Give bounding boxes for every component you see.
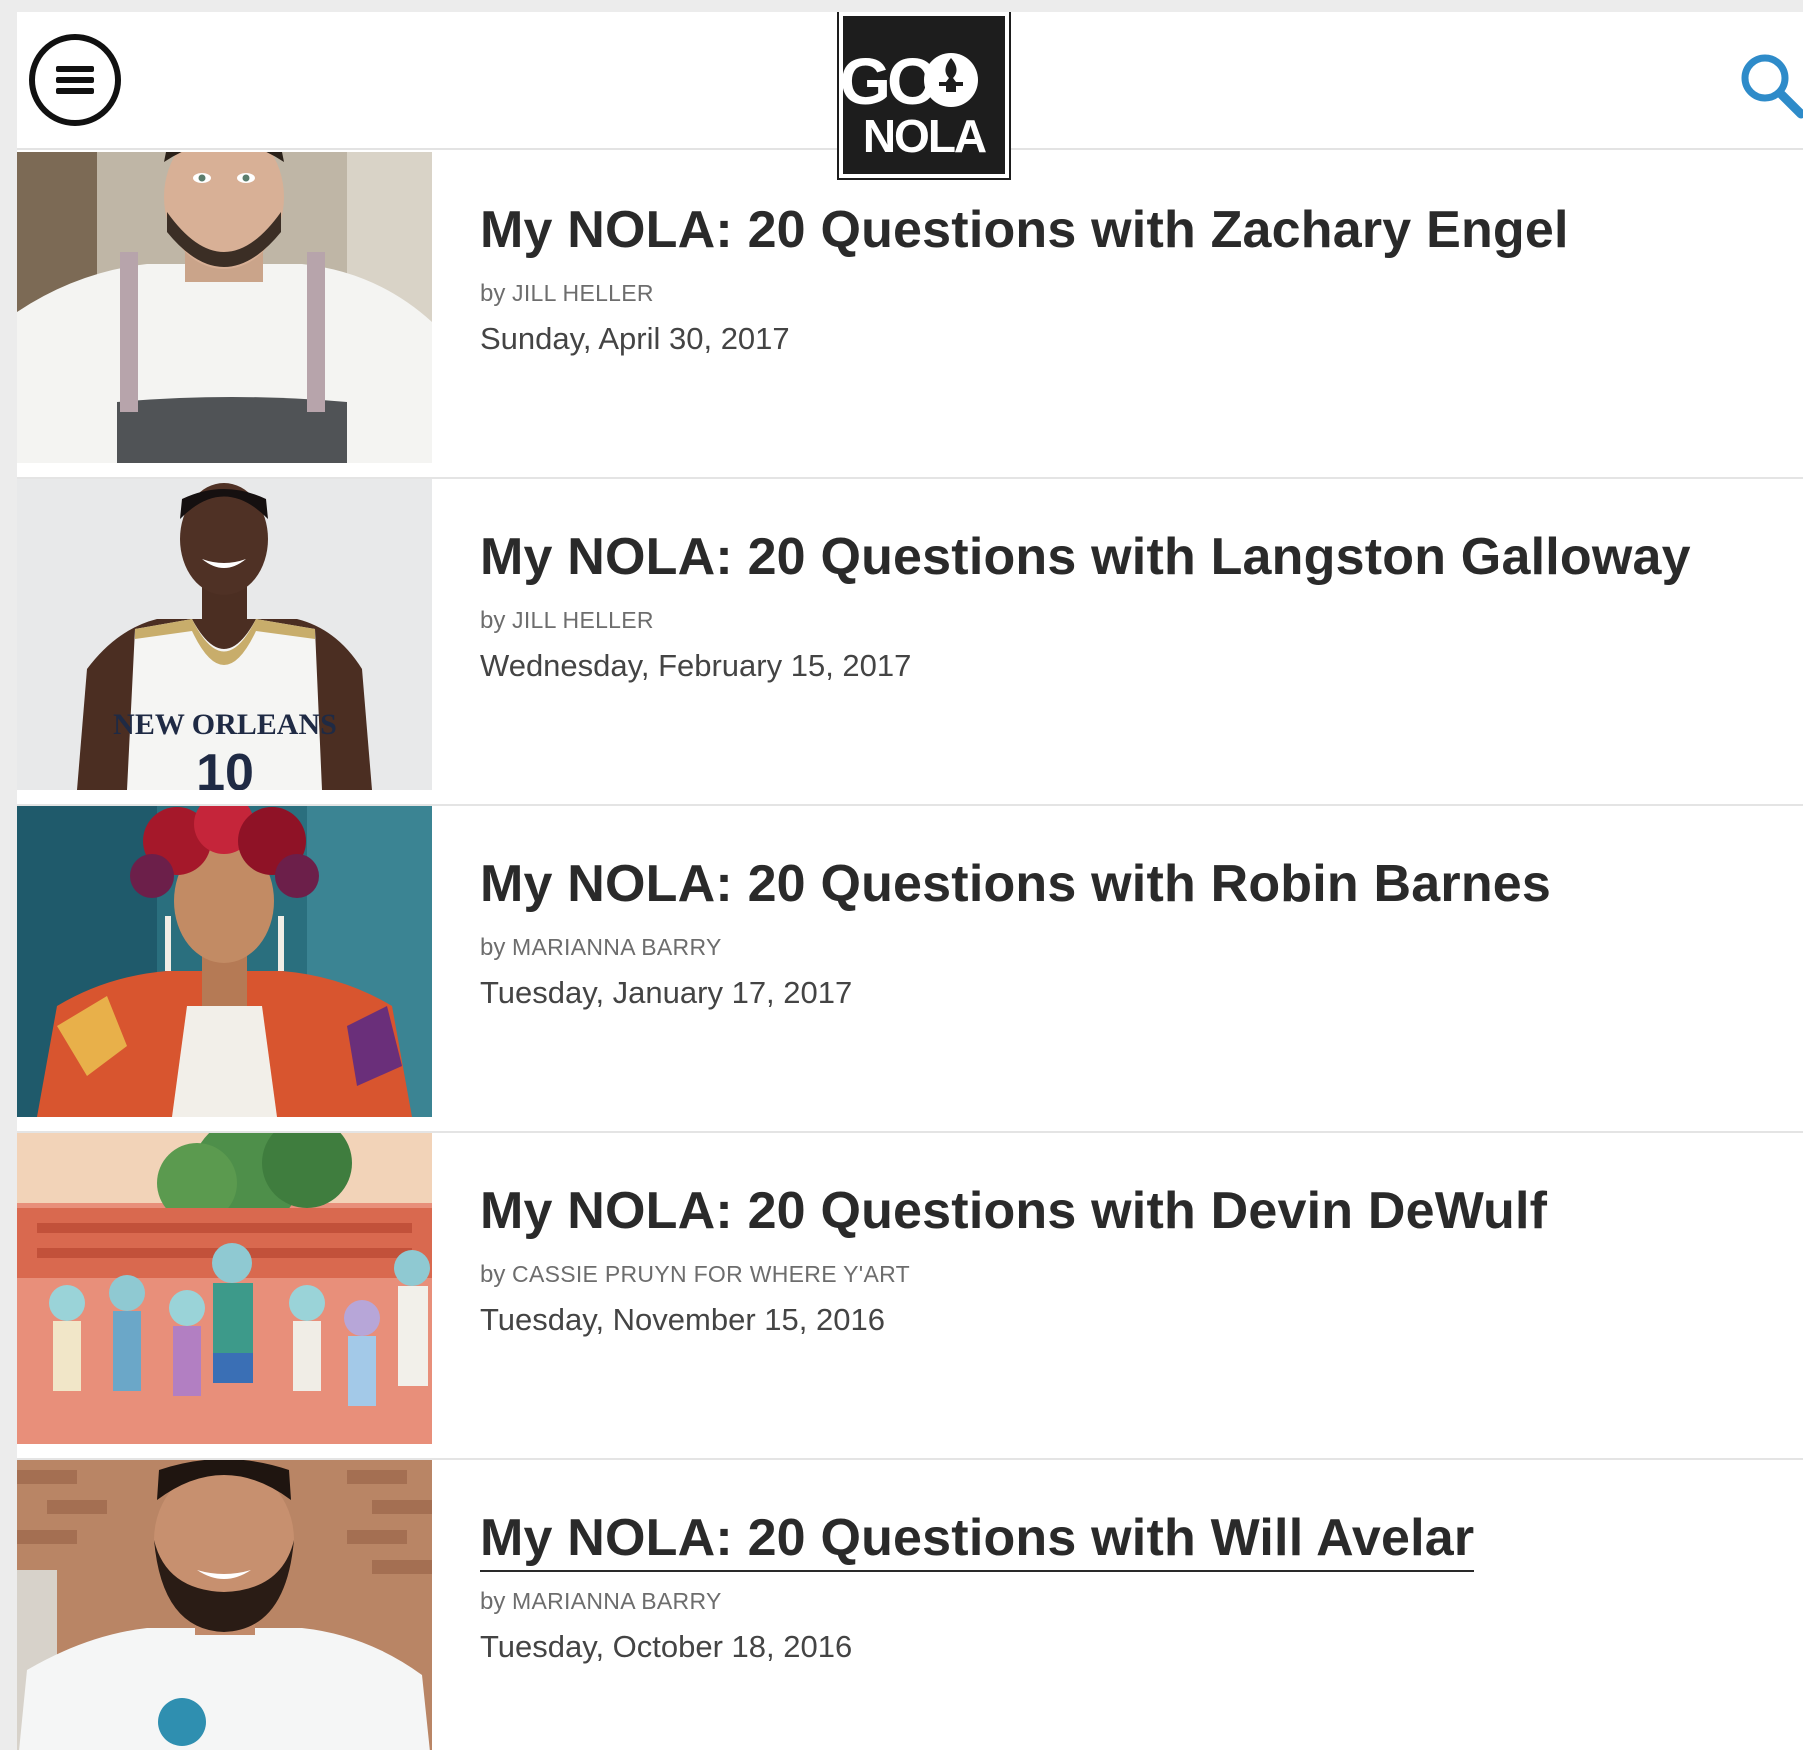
article-list: My NOLA: 20 Questions with Zachary Engel…: [17, 152, 1803, 1750]
site-header: GO NOLA: [17, 12, 1803, 180]
svg-text:NEW ORLEANS: NEW ORLEANS: [113, 708, 337, 741]
hamburger-menu-icon[interactable]: [29, 34, 121, 126]
logo-text-nola: NOLA: [863, 110, 986, 162]
article-byline: by Jill Heller: [480, 607, 654, 635]
article-byline: by Marianna Barry: [480, 1588, 722, 1616]
page: GO NOLA My NOLA: 20 Questions with Zacha…: [17, 12, 1803, 1750]
article-thumbnail[interactable]: [17, 152, 432, 463]
article-author[interactable]: Marianna Barry: [512, 934, 722, 960]
svg-text:10: 10: [196, 744, 254, 790]
byline-prefix: by: [480, 1588, 506, 1615]
article-author[interactable]: Marianna Barry: [512, 1588, 722, 1614]
article-title[interactable]: My NOLA: 20 Questions with Devin DeWulf: [480, 1181, 1547, 1241]
article-title[interactable]: My NOLA: 20 Questions with Langston Gall…: [480, 527, 1691, 587]
article-item[interactable]: My NOLA: 20 Questions with Will Avelar b…: [17, 1460, 1803, 1750]
article-author[interactable]: Cassie Pruyn for Where Y'Art: [512, 1261, 910, 1287]
byline-prefix: by: [480, 607, 506, 634]
article-title[interactable]: My NOLA: 20 Questions with Zachary Engel: [480, 200, 1569, 260]
byline-prefix: by: [480, 934, 506, 961]
article-title[interactable]: My NOLA: 20 Questions with Will Avelar: [480, 1508, 1475, 1572]
article-item[interactable]: NEW ORLEANS 10 My NOLA: 20 Questions wit…: [17, 479, 1803, 806]
article-title[interactable]: My NOLA: 20 Questions with Robin Barnes: [480, 854, 1551, 914]
article-thumbnail[interactable]: [17, 1133, 432, 1444]
go-nola-logo[interactable]: GO NOLA: [837, 12, 1011, 180]
article-byline: by Marianna Barry: [480, 934, 722, 962]
article-date: Tuesday, October 18, 2016: [480, 1629, 853, 1664]
article-item[interactable]: My NOLA: 20 Questions with Zachary Engel…: [17, 152, 1803, 479]
article-thumbnail[interactable]: [17, 806, 432, 1117]
article-date: Tuesday, November 15, 2016: [480, 1302, 885, 1337]
article-byline: by Jill Heller: [480, 280, 654, 308]
article-date: Tuesday, January 17, 2017: [480, 975, 853, 1010]
logo-text-go: GO: [843, 44, 936, 118]
article-item[interactable]: My NOLA: 20 Questions with Robin Barnes …: [17, 806, 1803, 1133]
article-item[interactable]: My NOLA: 20 Questions with Devin DeWulf …: [17, 1133, 1803, 1460]
article-date: Sunday, April 30, 2017: [480, 321, 790, 356]
article-author[interactable]: Jill Heller: [512, 607, 654, 633]
article-thumbnail[interactable]: [17, 1460, 432, 1750]
article-thumbnail[interactable]: NEW ORLEANS 10: [17, 479, 432, 790]
article-author[interactable]: Jill Heller: [512, 280, 654, 306]
byline-prefix: by: [480, 1261, 506, 1288]
article-byline: by Cassie Pruyn for Where Y'Art: [480, 1261, 910, 1289]
article-date: Wednesday, February 15, 2017: [480, 648, 912, 683]
search-icon[interactable]: [1735, 48, 1803, 120]
byline-prefix: by: [480, 280, 506, 307]
